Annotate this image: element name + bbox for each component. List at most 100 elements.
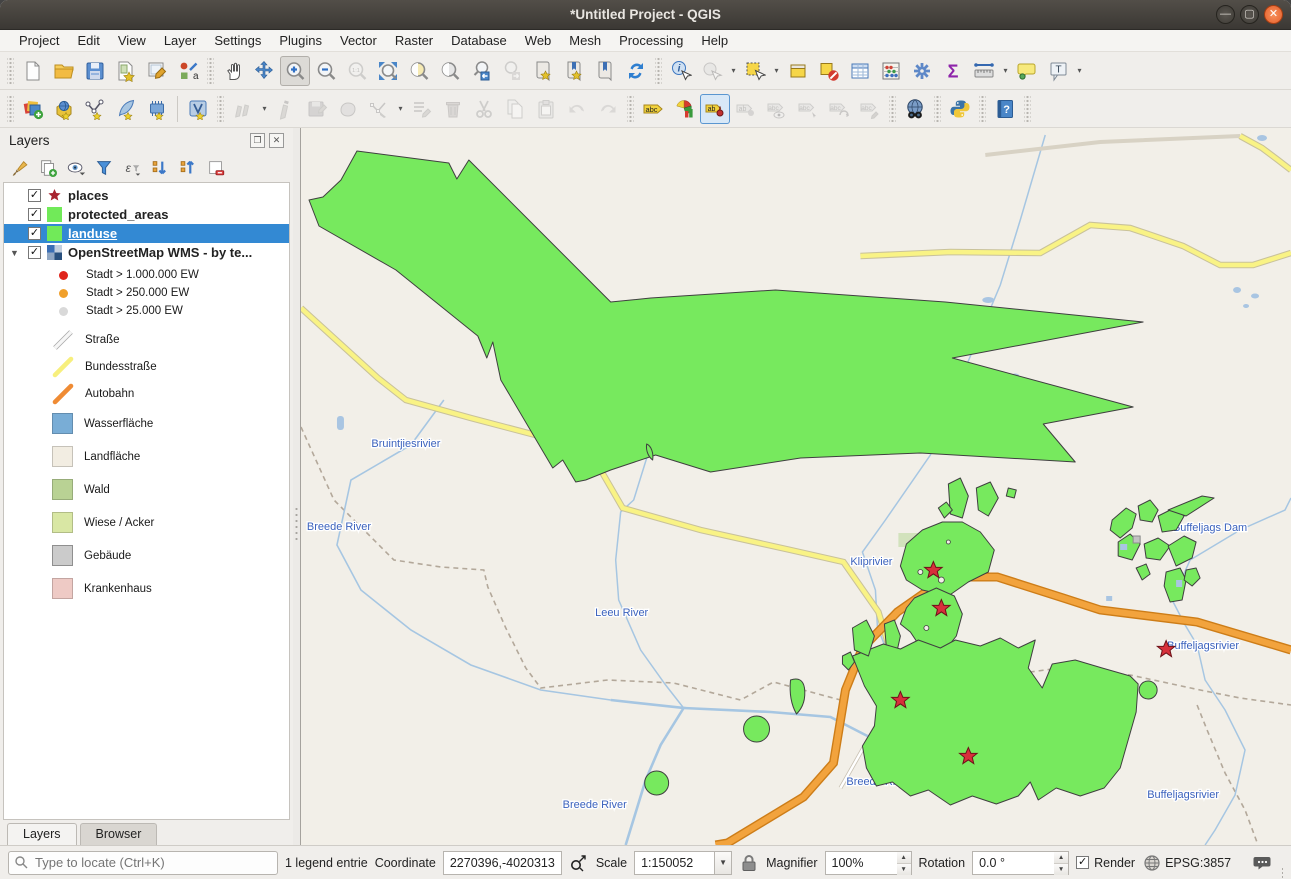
undo-button[interactable] <box>562 94 592 124</box>
new-project-button[interactable] <box>18 56 48 86</box>
python-console-button[interactable] <box>945 94 975 124</box>
measure-dropdown[interactable]: ▾ <box>1000 66 1011 75</box>
change-label-button[interactable]: abc <box>855 94 885 124</box>
menu-vector[interactable]: Vector <box>331 31 386 50</box>
scale-value[interactable]: 1:150052 <box>634 851 714 875</box>
processing-toolbox-button[interactable] <box>907 56 937 86</box>
menu-web[interactable]: Web <box>516 31 561 50</box>
digitize-with-shape-button[interactable] <box>333 94 363 124</box>
crs-value[interactable]: EPSG:3857 <box>1165 856 1231 870</box>
menu-layer[interactable]: Layer <box>155 31 206 50</box>
crs-globe-icon[interactable] <box>1142 853 1162 873</box>
render-toggle[interactable]: ✓ Render <box>1076 856 1135 870</box>
rotate-label-button[interactable]: abc <box>824 94 854 124</box>
toolbar-grip[interactable] <box>934 96 941 122</box>
select-by-value-button[interactable] <box>783 56 813 86</box>
delete-selected-button[interactable] <box>438 94 468 124</box>
render-checkbox[interactable]: ✓ <box>1076 856 1089 869</box>
save-layer-edits-button[interactable] <box>302 94 332 124</box>
locator-search[interactable] <box>8 851 278 875</box>
text-annotation-button[interactable]: T <box>1043 56 1073 86</box>
deselect-all-button[interactable] <box>814 56 844 86</box>
open-project-button[interactable] <box>49 56 79 86</box>
layer-item-openstreetmap-wms[interactable]: ▼ ✓ OpenStreetMap WMS - by te... <box>4 243 289 262</box>
toggle-editing-dropdown[interactable]: ▾ <box>259 104 270 113</box>
show-sum-button[interactable]: Σ <box>938 56 968 86</box>
statistical-summary-button[interactable] <box>876 56 906 86</box>
menu-view[interactable]: View <box>109 31 155 50</box>
zoom-next-button[interactable] <box>497 56 527 86</box>
map-canvas[interactable]: Bruintjiesrivier Breede River Leeu River… <box>300 128 1291 845</box>
toolbar-grip[interactable] <box>7 58 14 84</box>
menu-settings[interactable]: Settings <box>205 31 270 50</box>
layer-checkbox[interactable]: ✓ <box>28 189 41 202</box>
layer-item-places[interactable]: ✓ places <box>4 186 289 205</box>
resize-grip[interactable] <box>1281 867 1283 879</box>
rotation-value[interactable]: 0.0 ° <box>972 851 1054 875</box>
menu-raster[interactable]: Raster <box>386 31 442 50</box>
pan-to-selection-button[interactable] <box>249 56 279 86</box>
new-print-layout-button[interactable] <box>111 56 141 86</box>
zoom-last-button[interactable] <box>466 56 496 86</box>
magnifier-spin-arrows[interactable]: ▲▼ <box>897 851 912 875</box>
refresh-button[interactable] <box>621 56 651 86</box>
rotation-spin-arrows[interactable]: ▲▼ <box>1054 851 1069 875</box>
show-layout-manager-button[interactable] <box>142 56 172 86</box>
show-hidden-labels-button[interactable]: abc <box>762 94 792 124</box>
save-project-button[interactable] <box>80 56 110 86</box>
zoom-in-button[interactable] <box>280 56 310 86</box>
zoom-full-button[interactable] <box>373 56 403 86</box>
filter-by-expression-button[interactable]: ε <box>119 155 144 180</box>
rotation-spinbox[interactable]: 0.0 ° ▲▼ <box>972 851 1069 875</box>
messages-icon[interactable] <box>1252 853 1272 873</box>
toolbar-grip[interactable] <box>217 96 224 122</box>
remove-layer-button[interactable] <box>203 155 228 180</box>
menu-database[interactable]: Database <box>442 31 516 50</box>
collapse-all-button[interactable] <box>175 155 200 180</box>
open-layer-styling-button[interactable] <box>7 155 32 180</box>
new-spatialite-layer-button[interactable] <box>111 94 141 124</box>
new-spatial-bookmark-button[interactable] <box>528 56 558 86</box>
vertex-tool-dropdown[interactable]: ▾ <box>395 104 406 113</box>
zoom-out-button[interactable] <box>311 56 341 86</box>
toolbar-grip[interactable] <box>627 96 634 122</box>
menu-plugins[interactable]: Plugins <box>270 31 331 50</box>
new-temporary-scratch-layer-button[interactable] <box>142 94 172 124</box>
expander-icon[interactable]: ▼ <box>10 248 22 258</box>
data-source-manager-button[interactable] <box>18 94 48 124</box>
toolbar-grip[interactable] <box>207 58 214 84</box>
maximize-button[interactable]: ▢ <box>1240 5 1259 24</box>
modify-attributes-button[interactable] <box>407 94 437 124</box>
coordinate-field[interactable]: 2270396,-4020313 <box>443 851 562 875</box>
zoom-to-layer-button[interactable] <box>435 56 465 86</box>
bookmark-manager-button[interactable] <box>590 56 620 86</box>
close-button[interactable]: ✕ <box>1264 5 1283 24</box>
edit-button[interactable] <box>271 94 301 124</box>
minimize-button[interactable]: — <box>1216 5 1235 24</box>
move-label-button[interactable]: abc <box>793 94 823 124</box>
map-tips-button[interactable] <box>1012 56 1042 86</box>
expand-all-button[interactable] <box>147 155 172 180</box>
toolbar-grip[interactable] <box>7 96 14 122</box>
select-features-button[interactable] <box>740 56 770 86</box>
panel-close-icon[interactable]: ✕ <box>269 133 284 148</box>
show-spatial-bookmarks-button[interactable] <box>559 56 589 86</box>
lock-icon[interactable] <box>739 853 759 873</box>
pan-map-button[interactable] <box>218 56 248 86</box>
toolbar-grip[interactable] <box>889 96 896 122</box>
run-feature-action-button[interactable] <box>697 56 727 86</box>
add-group-button[interactable] <box>35 155 60 180</box>
menu-help[interactable]: Help <box>692 31 737 50</box>
identify-features-button[interactable]: i <box>666 56 696 86</box>
filter-legend-button[interactable] <box>91 155 116 180</box>
unpin-labels-button[interactable]: ab <box>731 94 761 124</box>
panel-float-icon[interactable]: ❐ <box>250 133 265 148</box>
copy-features-button[interactable] <box>500 94 530 124</box>
toolbar-grip[interactable] <box>979 96 986 122</box>
tab-browser[interactable]: Browser <box>80 823 158 845</box>
annotation-dropdown[interactable]: ▾ <box>1074 66 1085 75</box>
panel-splitter[interactable] <box>293 128 300 845</box>
menu-mesh[interactable]: Mesh <box>560 31 610 50</box>
zoom-to-selection-button[interactable] <box>404 56 434 86</box>
layer-item-protected-areas[interactable]: ✓ protected_areas <box>4 205 289 224</box>
